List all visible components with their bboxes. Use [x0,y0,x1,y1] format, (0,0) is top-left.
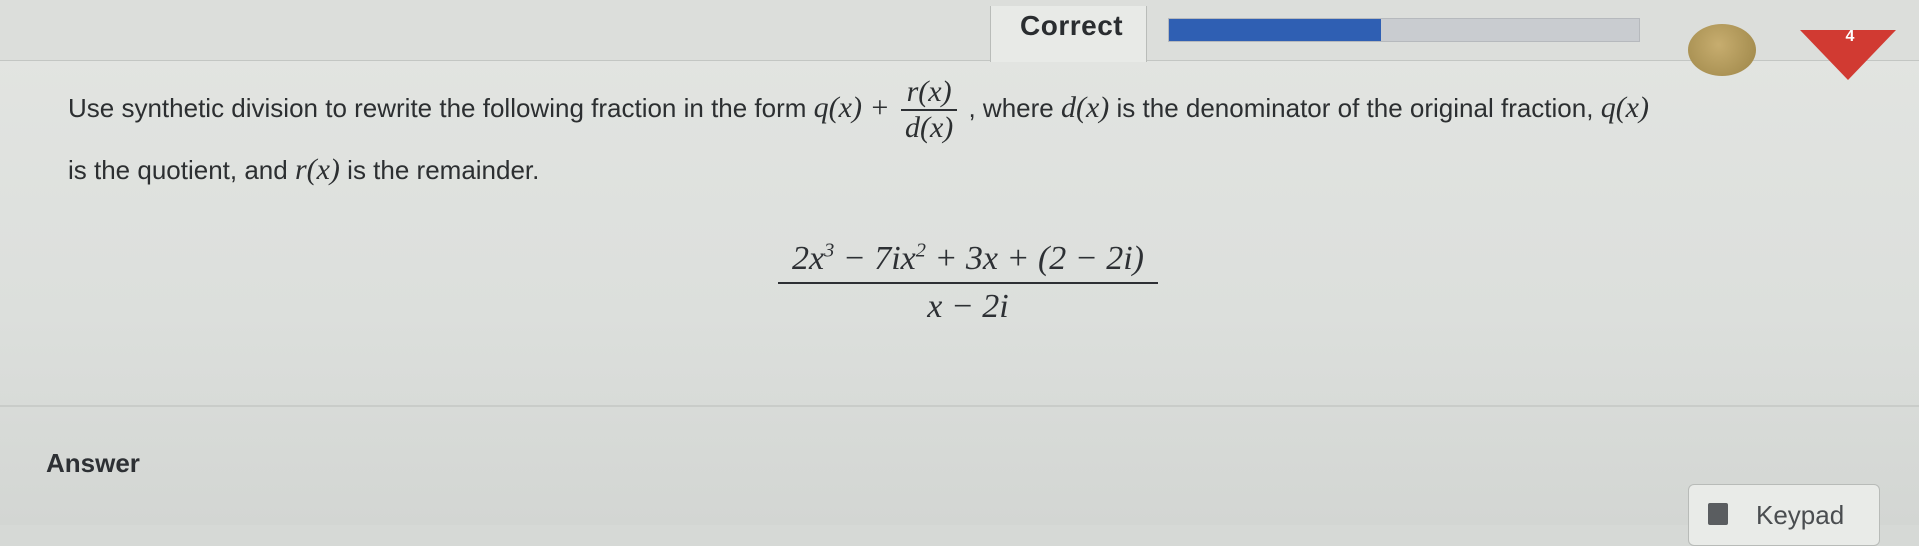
answer-label: Answer [46,448,140,478]
expression-numerator: 2x3 − 7ix2 + 3x + (2 − 2i) [778,240,1158,282]
question-page: Correct 4 Use synthetic division to rewr… [0,0,1919,546]
question-text-5: is the remainder. [347,155,540,185]
fraction-denominator: d(x) [900,109,958,145]
calculator-icon [1708,503,1728,525]
keypad-label: Keypad [1756,500,1845,530]
coin-icon [1688,24,1756,76]
inline-fraction: r(x) d(x) [900,75,958,145]
fraction-numerator: r(x) [906,75,952,108]
main-expression: 2x3 − 7ix2 + 3x + (2 − 2i) x − 2i [778,240,1158,326]
expression-denominator: x − 2i [778,282,1158,326]
progress-bar [1168,18,1640,42]
math-rx: r(x) [294,153,340,186]
streak-count: 4 [1845,28,1855,45]
exponent-3: 3 [824,239,835,262]
question-line-2: is the quotient, and r(x) is the remaind… [68,153,539,187]
numerator-part-a: 2x [792,240,825,277]
question-line-1: Use synthetic division to rewrite the fo… [68,75,1649,145]
question-text-3: is the denominator of the original fract… [1116,92,1594,123]
question-text-1: Use synthetic division to rewrite the fo… [68,92,807,123]
progress-fill [1169,19,1381,41]
numerator-part-b: − 7ix [834,240,916,277]
question-text-4: is the quotient, and [68,155,288,185]
math-qx-2: q(x) [1600,90,1649,124]
status-text: Correct [1020,10,1124,41]
numerator-part-c: + 3x + (2 − 2i) [925,240,1144,277]
math-qx: q(x) + [813,90,890,124]
exponent-2: 2 [915,239,926,262]
section-divider [0,405,1919,407]
math-dx: d(x) [1060,90,1110,124]
question-text-2: , where [968,92,1054,123]
